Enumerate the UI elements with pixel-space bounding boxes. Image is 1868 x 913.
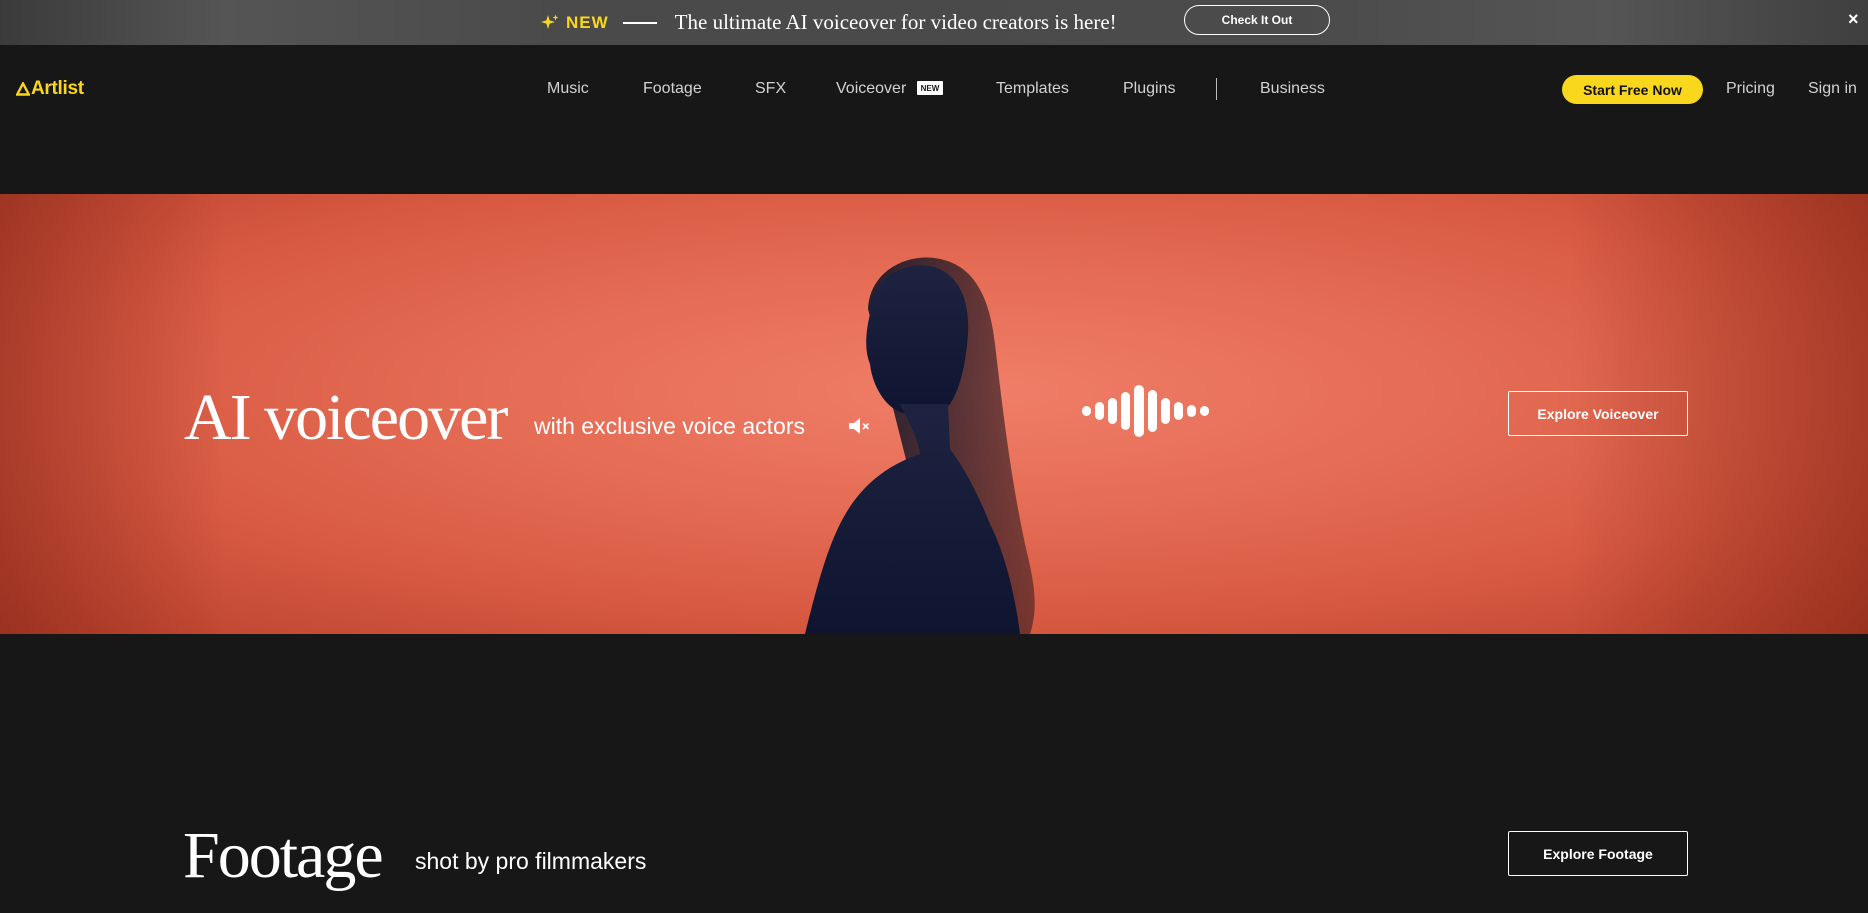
announcement-divider [622, 21, 657, 24]
artlist-logo[interactable]: Artlist [16, 78, 84, 100]
explore-voiceover-button[interactable]: Explore Voiceover [1508, 391, 1688, 436]
hero-subtitle: with exclusive voice actors [534, 413, 805, 439]
nav-item-business[interactable]: Business [1260, 80, 1325, 98]
announcement-text: The ultimate AI voiceover for video crea… [674, 10, 1117, 34]
audio-waveform-icon [1082, 385, 1209, 437]
new-tag: NEW [566, 12, 609, 32]
nav-item-templates[interactable]: Templates [996, 80, 1069, 98]
logo-text: Artlist [31, 78, 84, 99]
nav-divider [1216, 78, 1217, 100]
close-banner-button[interactable]: × [1848, 10, 1859, 28]
nav-item-voiceover[interactable]: Voiceover [836, 80, 906, 98]
voiceover-hero: AI voiceover with exclusive voice actors… [0, 194, 1868, 634]
nav-item-plugins[interactable]: Plugins [1123, 80, 1175, 98]
nav-item-music[interactable]: Music [547, 80, 589, 98]
pricing-link[interactable]: Pricing [1726, 80, 1775, 98]
announcement-banner: NEW The ultimate AI voiceover for video … [0, 0, 1868, 45]
explore-footage-button[interactable]: Explore Footage [1508, 831, 1688, 876]
footage-subtitle: shot by pro filmmakers [415, 848, 647, 874]
announcement-content: NEW The ultimate AI voiceover for video … [540, 0, 1117, 45]
sign-in-link[interactable]: Sign in [1808, 80, 1857, 98]
footage-title: Footage [183, 819, 384, 892]
main-nav: Artlist Music Footage SFX Voiceover NEW … [0, 45, 1868, 133]
voiceover-new-badge: NEW [917, 81, 943, 95]
check-it-out-button[interactable]: Check It Out [1184, 5, 1330, 35]
nav-item-footage[interactable]: Footage [643, 80, 702, 98]
woman-silhouette-image [805, 257, 1035, 634]
mute-icon[interactable] [846, 413, 872, 439]
sparkle-icon [541, 14, 559, 29]
nav-item-sfx[interactable]: SFX [755, 80, 786, 98]
hero-title: AI voiceover [184, 381, 508, 454]
start-free-button[interactable]: Start Free Now [1562, 75, 1703, 104]
